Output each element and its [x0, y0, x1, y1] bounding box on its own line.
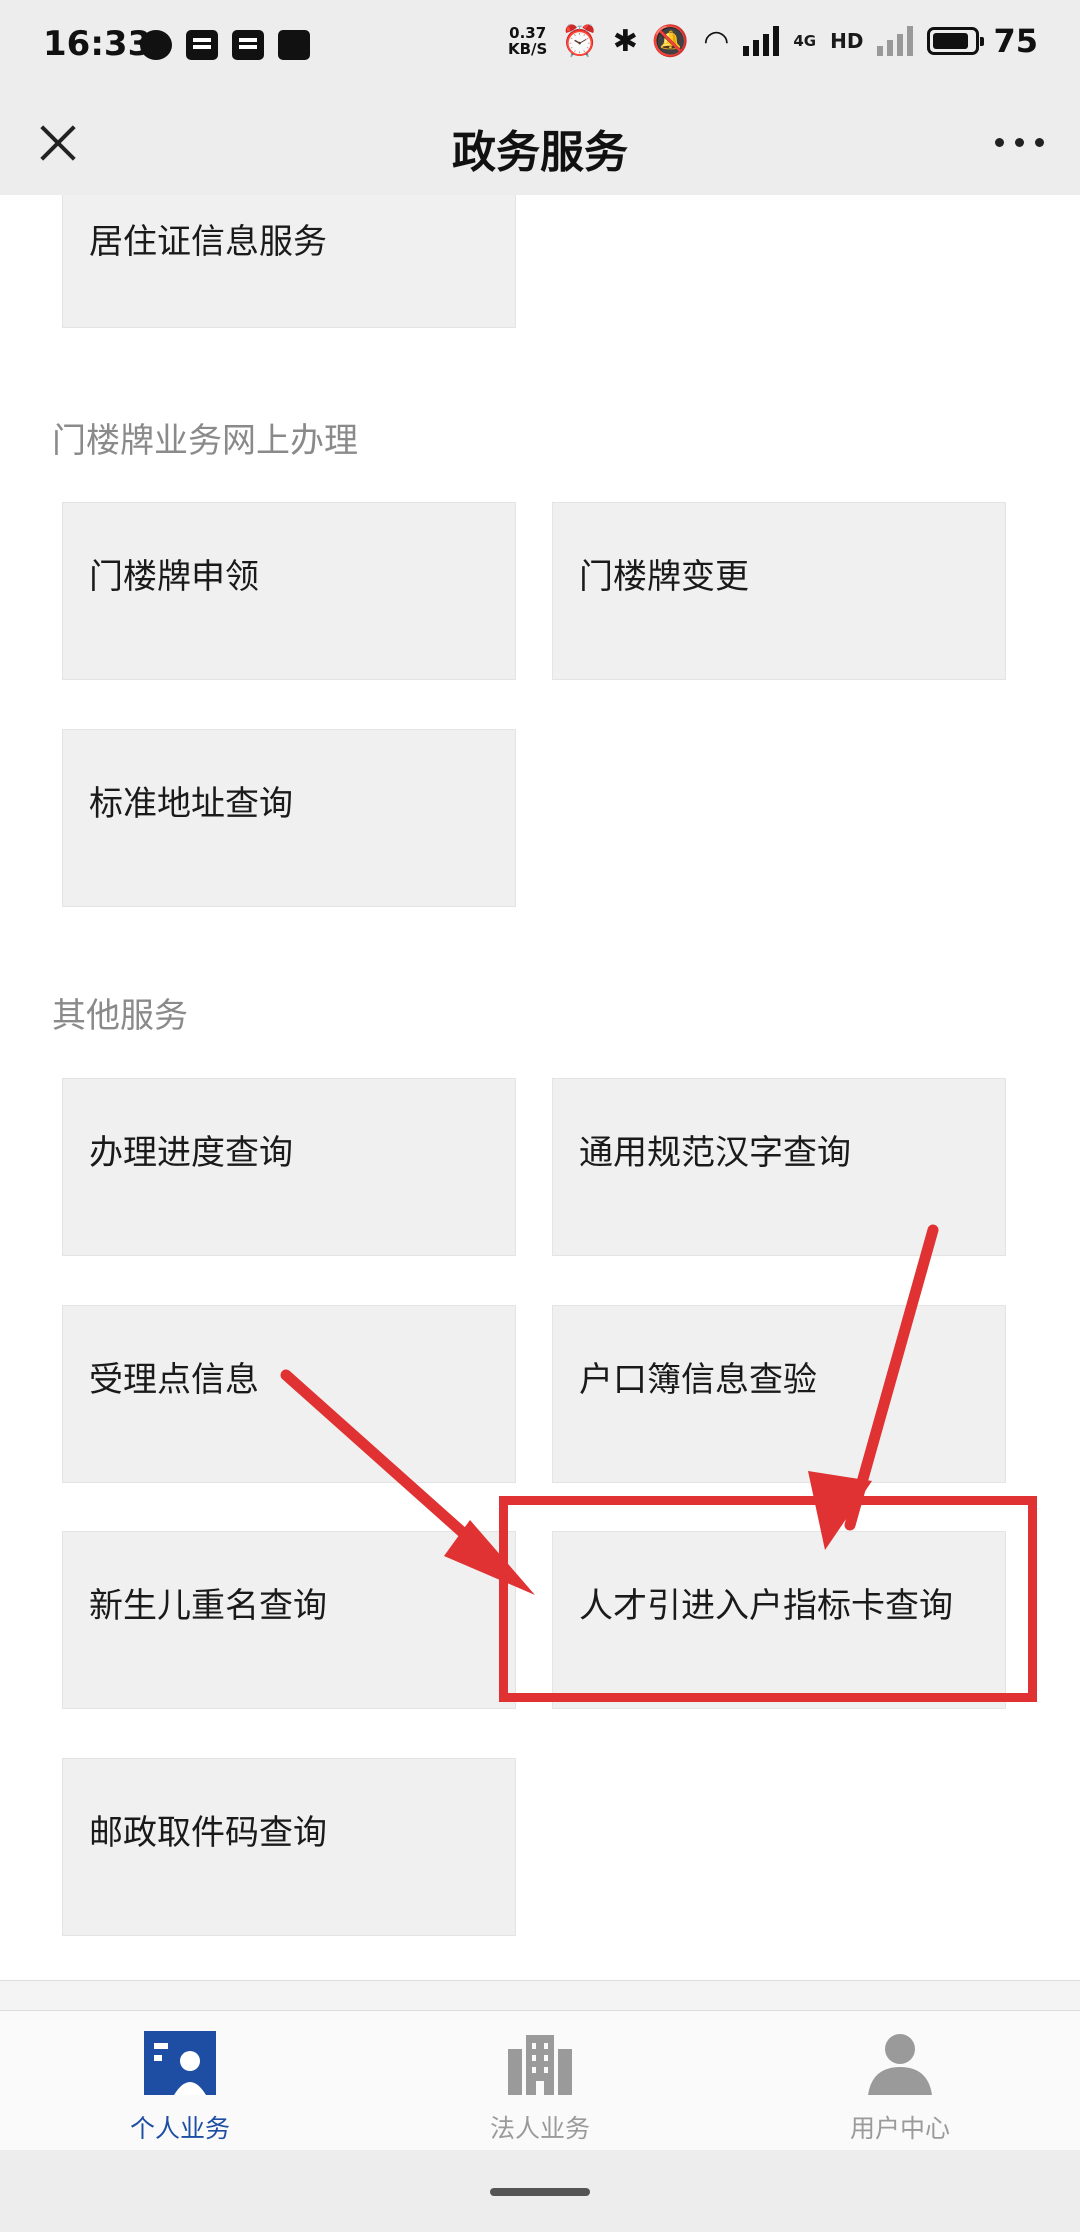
tile-label: 受理点信息 [89, 1360, 259, 1400]
service-list: 居住证信息服务 门楼牌业务网上办理 门楼牌申领 门楼牌变更 标准地址查询 其他服… [0, 195, 1080, 1980]
tile-label: 标准地址查询 [89, 784, 293, 824]
tile-newborn-name-query[interactable]: 新生儿重名查询 [62, 1531, 516, 1709]
annotation-highlight-box [499, 1496, 1037, 1702]
bottom-divider [0, 1980, 1080, 2010]
message-notification-icon [186, 30, 218, 60]
section-title-door-plate: 门楼牌业务网上办理 [52, 421, 358, 461]
hd-indicator: HD [830, 29, 864, 53]
nav-label: 法人业务 [489, 2114, 590, 2143]
nav-legal-person-business[interactable]: 法人业务 [360, 2011, 720, 2151]
nav-user-center[interactable]: 用户中心 [720, 2011, 1080, 2151]
bottom-navigation: 个人业务 法人业务 用户中心 [0, 2010, 1080, 2150]
more-options-icon[interactable] [984, 122, 1054, 162]
tile-progress-query[interactable]: 办理进度查询 [62, 1078, 516, 1256]
shopping-bag-icon [278, 30, 310, 60]
tile-chinese-character-query[interactable]: 通用规范汉字查询 [552, 1078, 1006, 1256]
network-speed: 0.37 KB/S [507, 24, 548, 58]
tile-standard-address-query[interactable]: 标准地址查询 [62, 729, 516, 907]
nav-label: 个人业务 [129, 2114, 230, 2143]
tile-door-plate-change[interactable]: 门楼牌变更 [552, 502, 1006, 680]
status-bar: 16:33 0.37 KB/S ⏰ ✱ 🔕 ◠ 4G HD 75 [0, 0, 1080, 92]
nav-label: 用户中心 [849, 2114, 950, 2143]
tile-residence-permit[interactable]: 居住证信息服务 [62, 195, 516, 328]
mute-icon: 🔕 [651, 23, 690, 59]
tile-door-plate-apply[interactable]: 门楼牌申领 [62, 502, 516, 680]
news-notification-icon [232, 30, 264, 60]
tile-postal-pickup-code-query[interactable]: 邮政取件码查询 [62, 1758, 516, 1936]
tile-label: 邮政取件码查询 [89, 1813, 327, 1853]
home-indicator[interactable] [490, 2188, 590, 2196]
bluetooth-icon: ✱ [612, 23, 638, 59]
tile-label: 办理进度查询 [89, 1133, 293, 1173]
tile-label: 门楼牌变更 [579, 557, 749, 597]
battery-percentage: 75 [993, 22, 1038, 60]
status-indicators: 0.37 KB/S ⏰ ✱ 🔕 ◠ 4G HD 75 [508, 22, 1038, 60]
tile-label: 居住证信息服务 [89, 222, 327, 262]
tile-label: 新生儿重名查询 [89, 1586, 327, 1626]
tile-acceptance-point-info[interactable]: 受理点信息 [62, 1305, 516, 1483]
alarm-icon: ⏰ [561, 23, 599, 59]
system-gesture-area [0, 2150, 1080, 2232]
personal-business-icon [144, 2031, 216, 2095]
section-title-other-services: 其他服务 [52, 996, 188, 1036]
tile-label: 门楼牌申领 [89, 557, 259, 597]
battery-icon [927, 27, 985, 55]
tile-label: 通用规范汉字查询 [579, 1133, 851, 1173]
building-icon [508, 2035, 572, 2095]
signal-strength-secondary-icon [877, 26, 914, 56]
chat-notification-icon [140, 30, 172, 60]
user-icon [868, 2034, 932, 2095]
status-time: 16:33 [43, 24, 152, 64]
tile-household-register-check[interactable]: 户口簿信息查验 [552, 1305, 1006, 1483]
notification-icons [140, 30, 310, 60]
title-bar: 政务服务 [0, 92, 1080, 195]
nav-personal-business[interactable]: 个人业务 [0, 2011, 360, 2151]
page-title: 政务服务 [452, 127, 628, 178]
signal-strength-icon [743, 26, 780, 56]
tile-label: 户口簿信息查验 [579, 1360, 817, 1400]
wifi-icon: ◠ [703, 23, 730, 59]
network-type: 4G [793, 32, 817, 50]
